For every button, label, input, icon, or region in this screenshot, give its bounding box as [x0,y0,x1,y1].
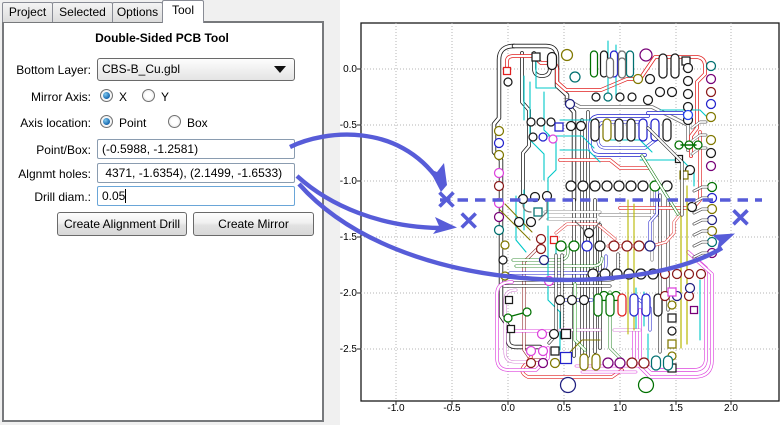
svg-text:0.0: 0.0 [343,64,357,75]
svg-text:0.0: 0.0 [501,403,515,414]
svg-text:2.0: 2.0 [724,403,738,414]
svg-text:1.5: 1.5 [669,403,683,414]
svg-text:0.5: 0.5 [557,403,571,414]
svg-text:-1.0: -1.0 [387,403,405,414]
svg-text:-2.0: -2.0 [340,288,358,299]
svg-text:-0.5: -0.5 [340,120,358,131]
svg-text:-0.5: -0.5 [443,403,461,414]
svg-text:-2.5: -2.5 [340,344,358,355]
svg-text:-1.0: -1.0 [340,176,358,187]
svg-text:-1.5: -1.5 [340,232,358,243]
svg-text:1.0: 1.0 [613,403,627,414]
